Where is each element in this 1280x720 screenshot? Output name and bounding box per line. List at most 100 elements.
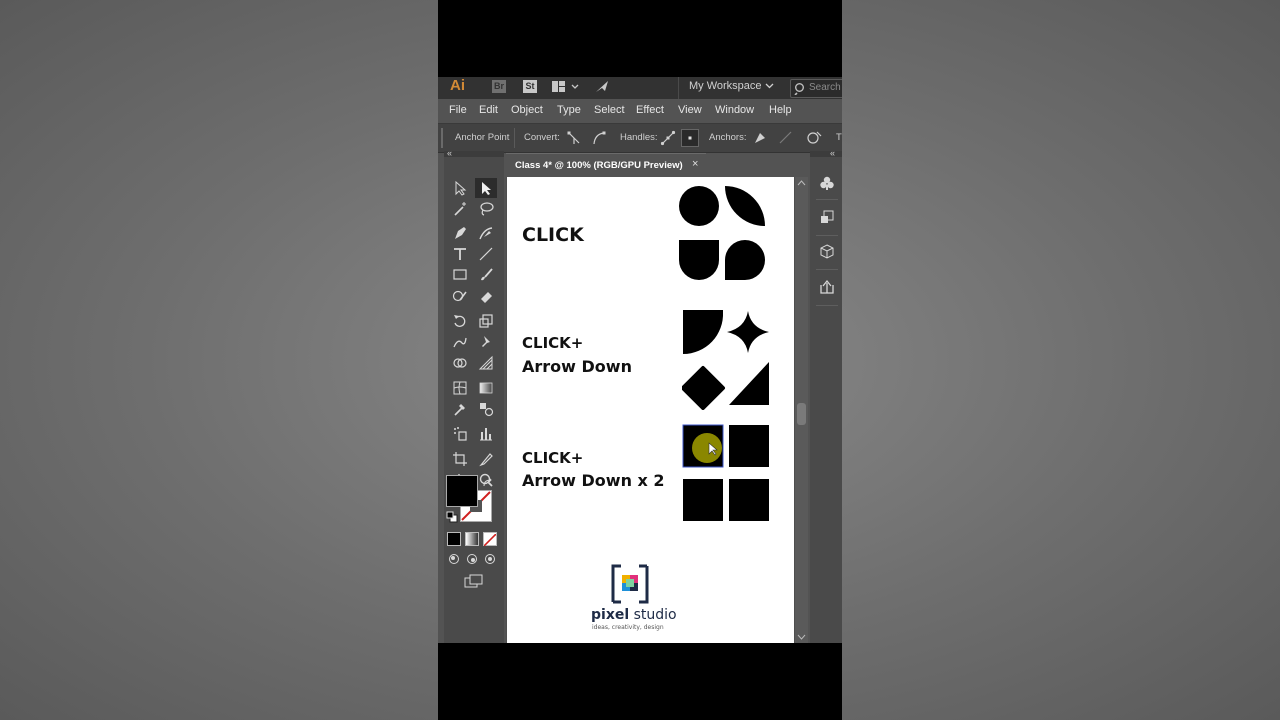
rectangle-tool[interactable] <box>449 265 471 285</box>
puppet-warp-tool[interactable] <box>475 332 497 352</box>
menu-edit[interactable]: Edit <box>479 104 498 116</box>
cursor-highlight <box>692 433 722 463</box>
square-shape[interactable] <box>729 425 769 467</box>
shaper-icon <box>452 290 467 302</box>
diamond-shape[interactable] <box>682 366 725 410</box>
grip <box>441 128 443 148</box>
direct-selection-tool[interactable] <box>475 178 497 198</box>
triangle-shape[interactable] <box>729 362 769 405</box>
teardrop-right-shape[interactable] <box>725 240 765 280</box>
convert-smooth-button[interactable] <box>590 129 608 147</box>
gradient-tool[interactable] <box>475 378 497 398</box>
arrange-documents-icon[interactable] <box>552 81 582 94</box>
symbol-sprayer-icon <box>454 427 467 441</box>
gpu-performance-icon[interactable] <box>594 79 610 95</box>
menu-effect[interactable]: Effect <box>636 104 664 116</box>
menu-window[interactable]: Window <box>715 104 754 116</box>
divider <box>816 305 838 306</box>
draw-normal-icon[interactable] <box>448 553 460 565</box>
line-segment-tool[interactable] <box>475 244 497 264</box>
hide-handles-icon <box>688 136 692 140</box>
shaper-tool[interactable] <box>449 286 471 306</box>
menu-view[interactable]: View <box>678 104 702 116</box>
paintbrush-tool[interactable] <box>475 265 497 285</box>
modified-shapes-group[interactable] <box>682 308 772 410</box>
fill-swatch[interactable] <box>446 475 478 507</box>
warp-tool[interactable] <box>449 332 471 352</box>
square-shape[interactable] <box>729 479 769 521</box>
brand-name-bold: pixel <box>591 607 630 623</box>
menu-object[interactable]: Object <box>511 104 543 116</box>
more-controls[interactable]: T <box>836 132 842 143</box>
workspace-switcher[interactable]: My Workspace <box>689 79 762 93</box>
curvature-icon <box>479 227 493 240</box>
remove-anchor-button[interactable] <box>750 129 768 147</box>
eyedropper-tool[interactable] <box>449 399 471 419</box>
blend-icon <box>480 403 494 417</box>
magic-wand-icon <box>454 202 466 216</box>
artboard[interactable]: CLICK CLICK+ Arrow Down CLICK+ Arrow Dow… <box>507 177 794 643</box>
screen-mode-icon[interactable] <box>464 574 484 588</box>
magic-wand-tool[interactable] <box>449 199 471 219</box>
artboard-tool[interactable] <box>449 449 471 469</box>
blend-tool[interactable] <box>475 399 497 419</box>
circle-shape[interactable] <box>679 186 719 226</box>
step2-label-line1: CLICK+ <box>522 334 584 352</box>
document-tab[interactable]: Class 4* @ 100% (RGB/GPU Preview) × <box>506 153 706 176</box>
show-handles-button[interactable] <box>659 129 677 147</box>
gradient-mode-button[interactable] <box>465 532 479 546</box>
artboards-panel-icon[interactable] <box>819 209 835 225</box>
symbols-icon[interactable] <box>819 175 835 191</box>
draw-behind-icon[interactable] <box>466 553 478 565</box>
petal-shapes-group[interactable] <box>679 182 769 284</box>
square-shapes-group[interactable] <box>682 424 772 526</box>
scroll-down-icon[interactable] <box>797 633 806 641</box>
stock-button[interactable]: St <box>523 80 537 93</box>
asset-export-icon[interactable] <box>819 279 835 295</box>
sparkle-shape[interactable] <box>727 311 769 353</box>
quarter-shape[interactable] <box>683 310 724 355</box>
square-shape[interactable] <box>683 479 723 521</box>
slice-tool[interactable] <box>475 449 497 469</box>
bridge-button[interactable]: Br <box>492 80 506 93</box>
type-tool[interactable] <box>449 244 471 264</box>
menu-help[interactable]: Help <box>769 104 792 116</box>
curvature-tool[interactable] <box>475 223 497 243</box>
connect-anchors-button[interactable] <box>777 129 795 147</box>
leaf-shape[interactable] <box>725 186 765 226</box>
eraser-tool[interactable] <box>475 286 497 306</box>
app-bar: Ai Br St My Workspace Search <box>438 77 842 99</box>
cut-path-icon <box>807 131 822 144</box>
close-tab-button[interactable]: × <box>692 158 698 170</box>
color-mode-button[interactable] <box>447 532 461 546</box>
shape-builder-tool[interactable] <box>449 353 471 373</box>
perspective-grid-tool[interactable] <box>475 353 497 373</box>
pen-tool[interactable] <box>449 223 471 243</box>
swap-fill-stroke-icon[interactable] <box>482 477 494 489</box>
teardrop-left-shape[interactable] <box>679 240 719 280</box>
mesh-tool[interactable] <box>449 378 471 398</box>
scroll-up-icon[interactable] <box>797 179 806 187</box>
rotate-tool[interactable] <box>449 311 471 331</box>
menu-select[interactable]: Select <box>594 104 625 116</box>
convert-corner-button[interactable] <box>565 129 583 147</box>
pen-icon <box>455 227 466 239</box>
convert-label: Convert: <box>524 132 560 143</box>
selection-tool[interactable] <box>449 178 471 198</box>
handles-label: Handles: <box>620 132 658 143</box>
libraries-icon[interactable] <box>819 244 835 260</box>
hide-handles-button[interactable] <box>681 129 699 147</box>
search-field[interactable]: Search <box>790 79 842 98</box>
scale-tool[interactable] <box>475 311 497 331</box>
chevron-down-icon[interactable] <box>765 79 775 93</box>
menu-file[interactable]: File <box>449 104 467 116</box>
scrollbar-thumb[interactable] <box>797 403 806 425</box>
lasso-tool[interactable] <box>475 199 497 219</box>
column-graph-tool[interactable] <box>475 424 497 444</box>
symbol-sprayer-tool[interactable] <box>449 424 471 444</box>
none-mode-button[interactable] <box>483 532 497 547</box>
menu-type[interactable]: Type <box>557 104 581 116</box>
draw-inside-icon[interactable] <box>484 553 496 565</box>
default-fill-stroke-icon[interactable] <box>446 511 458 523</box>
cut-path-button[interactable] <box>805 129 823 147</box>
